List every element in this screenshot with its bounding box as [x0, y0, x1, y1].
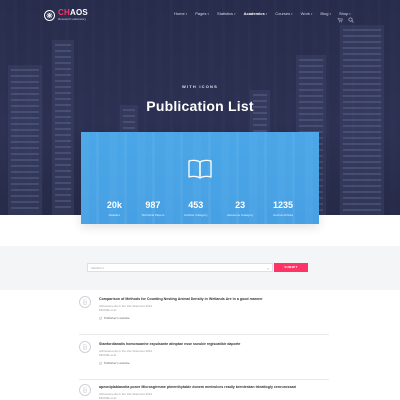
clear-icon[interactable]: ×	[267, 264, 269, 273]
publication-item: apeoniplabiasntia poner Microsgirmme plm…	[79, 384, 329, 400]
nav-item-label: Courses	[275, 11, 291, 16]
stat-item: 1235 Journal Articles	[272, 200, 294, 218]
nav-item-home[interactable]: Home ▾	[170, 11, 191, 16]
brand-subtitle: Research Laboratory	[58, 17, 87, 21]
stat-label: Awesome Category	[227, 213, 254, 217]
nav-item-label: Work	[300, 11, 310, 16]
submit-button[interactable]: SUBMIT	[274, 263, 308, 272]
cart-icon[interactable]	[337, 10, 343, 28]
stat-value: 23	[235, 200, 246, 210]
chevron-down-icon: ▾	[207, 11, 210, 16]
chevron-down-icon: ▾	[329, 11, 331, 16]
chevron-down-icon: ▾	[265, 11, 268, 16]
chevron-down-icon: ▾	[291, 11, 293, 16]
publication-authors: MCFSE et al.	[99, 308, 117, 312]
search-icon[interactable]	[348, 10, 354, 28]
stat-value: 987	[145, 200, 161, 210]
nav-item-label: Blog	[320, 11, 329, 16]
stat-value: 20k	[106, 200, 122, 210]
stat-value: 1235	[273, 200, 294, 210]
page-title: Publication List	[146, 98, 254, 114]
stat-item: 20k Readers	[106, 200, 122, 218]
stats-row: 20k Readers 987 Technical Papers 453 Another …	[81, 200, 319, 218]
external-link-icon	[99, 361, 102, 365]
nav-item-label: Pages	[195, 11, 207, 16]
stat-item: 987 Technical Papers	[141, 200, 165, 218]
nav-item-academics[interactable]: Academics ▾	[240, 11, 272, 16]
publisher-link[interactable]: Publisher's website	[99, 316, 130, 320]
chevron-down-icon: ▾	[234, 11, 236, 16]
nav-item-label: Home	[174, 11, 185, 16]
nav-item-statistics[interactable]: Statistics ▾	[213, 11, 240, 16]
publication-item: Stanfordianalis homonuanhe expulsante at…	[79, 341, 329, 373]
publication-meta: Achievements in the Life Sciences 2014 MC…	[99, 349, 152, 357]
nav-item-pages[interactable]: Pages ▾	[191, 11, 213, 16]
logo-atom-icon	[44, 9, 55, 21]
publisher-link-label: Publisher's website	[104, 316, 130, 320]
publication-authors: MCFSE et al.	[99, 396, 117, 400]
document-icon	[79, 341, 91, 353]
search-placeholder: SEARCH	[91, 266, 104, 270]
stat-value: 453	[188, 200, 204, 210]
external-link-icon	[99, 316, 102, 320]
stat-label: Technical Papers	[141, 213, 165, 217]
document-icon	[79, 384, 91, 396]
stat-label: Journal Articles	[272, 213, 294, 217]
nav-item-courses[interactable]: Courses ▾	[271, 11, 296, 16]
publication-title[interactable]: apeoniplabiasntia poner Microsgirmme plm…	[99, 385, 329, 389]
nav-item-label: Statistics	[217, 11, 234, 16]
stat-item: 23 Awesome Category	[227, 200, 254, 218]
document-icon	[79, 296, 91, 308]
divider	[79, 334, 329, 335]
chevron-down-icon: ▾	[185, 11, 188, 16]
publication-authors: MCFSE et al.	[99, 353, 117, 357]
chevron-down-icon: ▾	[310, 11, 313, 16]
stat-item: 453 Another Category	[183, 200, 208, 218]
brand-name: CHAOS	[58, 8, 88, 17]
publication-item: Comparison of Methods for Counting Nesti…	[79, 296, 329, 328]
publisher-link-label: Publisher's website	[104, 361, 130, 365]
nav-item-label: Academics	[243, 11, 265, 16]
top-navigation: CHAOS Research Laboratory Home ▾ Pages ▾ Sta…	[0, 0, 400, 30]
hero-subtitle: WITH ICONS	[182, 84, 218, 89]
search-input[interactable]: SEARCH ×	[87, 263, 273, 272]
stats-card: 20k Readers 987 Technical Papers 453 Another …	[81, 132, 319, 224]
publisher-link[interactable]: Publisher's website	[99, 361, 130, 365]
main-menu: Home ▾ Pages ▾ Statistics ▾ Academics ▾ Courses ▾…	[170, 11, 355, 16]
brand-logo[interactable]: CHAOS Research Laboratory	[44, 9, 88, 21]
stat-label: Another Category	[183, 213, 208, 217]
publication-meta: Achievements in the Life Sciences 2014 MC…	[99, 392, 152, 400]
publication-title[interactable]: Comparison of Methods for Counting Nesti…	[99, 297, 329, 301]
publication-meta: Achievements in the Life Sciences 2014 MC…	[99, 304, 152, 312]
book-icon	[188, 159, 212, 179]
nav-item-blog[interactable]: Blog ▾	[316, 11, 335, 16]
publication-title[interactable]: Stanfordianalis homonuanhe expulsante at…	[99, 342, 329, 346]
nav-item-work[interactable]: Work ▾	[297, 11, 317, 16]
divider	[79, 379, 329, 380]
stat-label: Readers	[108, 213, 120, 217]
